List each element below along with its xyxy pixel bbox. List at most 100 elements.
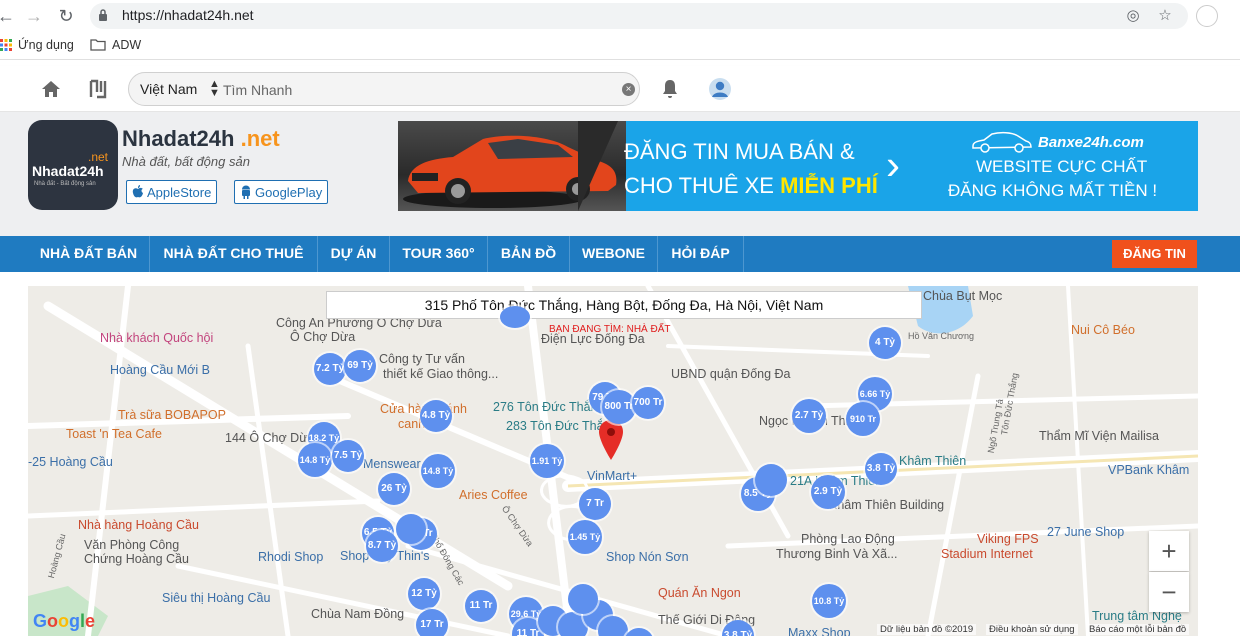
star-icon[interactable]: ☆ <box>1156 7 1174 25</box>
price-marker[interactable]: 11 Tr <box>465 590 497 622</box>
poi-mailisa[interactable]: Thẩm Mĩ Viện Mailisa <box>1039 429 1159 443</box>
poi-phong-lao-dong[interactable]: Phòng Lao Động <box>801 532 895 546</box>
price-marker[interactable]: 4.8 Tỷ <box>420 400 452 432</box>
user-avatar-icon[interactable] <box>708 77 732 101</box>
poi-276-tdt[interactable]: 276 Tôn Đức Thắng <box>493 400 604 414</box>
price-marker[interactable]: 1.45 Tỷ <box>568 520 602 554</box>
post-listing-button[interactable]: ĐĂNG TIN <box>1112 240 1197 268</box>
site-logo[interactable]: .net Nhadat24h Nhà đất - Bất động sản <box>28 120 118 210</box>
poi-nha-hang[interactable]: Nhà hàng Hoàng Cầu <box>78 518 199 532</box>
cluster-marker[interactable] <box>568 584 598 614</box>
poi-viking-fps[interactable]: Viking FPS <box>977 532 1039 546</box>
zoom-in-button[interactable]: + <box>1149 531 1189 571</box>
main-nav: NHÀ ĐẤT BÁN NHÀ ĐẤT CHO THUÊ DỰ ÁN TOUR … <box>0 236 1240 272</box>
bell-icon[interactable] <box>658 77 682 101</box>
nav-nha-dat-cho-thue[interactable]: NHÀ ĐẤT CHO THUÊ <box>150 236 318 272</box>
site-header: .net Nhadat24h Nhà đất - Bất động sản Nh… <box>0 112 1240 236</box>
poi-vinmart[interactable]: VinMart+ <box>587 469 637 483</box>
price-marker[interactable]: 800 Tr <box>602 390 636 424</box>
price-marker[interactable]: 700 Tr <box>632 387 664 419</box>
location-icon[interactable]: ◎ <box>1124 7 1142 25</box>
price-marker[interactable]: 910 Tr <box>846 402 880 436</box>
lock-icon <box>99 9 107 21</box>
currency-icon[interactable] <box>86 77 110 101</box>
poi-chua-nam-dong[interactable]: Chùa Nam Đồng <box>311 607 404 621</box>
nav-hoi-dap[interactable]: HỎI ĐÁP <box>658 236 744 272</box>
bookmark-adw[interactable]: ADW <box>90 38 141 52</box>
price-marker[interactable]: 7.2 Tỷ <box>314 353 346 385</box>
poi-144-ocd[interactable]: 144 Ô Chợ Dừa <box>225 431 315 445</box>
reload-icon[interactable]: ↻ <box>54 4 78 28</box>
poi-nha-khach[interactable]: Nhà khách Quốc hội <box>100 331 213 345</box>
country-select[interactable]: Việt Nam <box>140 81 197 97</box>
car-outline-icon <box>972 131 1032 153</box>
price-marker[interactable]: 12 Tỷ <box>408 578 440 610</box>
profile-avatar[interactable] <box>1196 5 1218 27</box>
poi-shop-non-son[interactable]: Shop Nón Sơn <box>606 550 689 564</box>
nav-webone[interactable]: WEBONE <box>570 236 658 272</box>
google-play-button[interactable]: GooglePlay <box>234 180 329 204</box>
price-marker[interactable]: 14.8 Tỷ <box>298 443 332 477</box>
poi-27-june[interactable]: 27 June Shop <box>1047 525 1124 539</box>
ad-banner[interactable]: ĐĂNG TIN MUA BÁN & CHO THUÊ XE MIỄN PHÍ … <box>398 121 1198 211</box>
poi-rhodi-shop[interactable]: Rhodi Shop <box>258 550 323 564</box>
cluster-marker[interactable] <box>396 514 426 544</box>
price-marker[interactable]: 17 Tr <box>416 609 448 636</box>
poi-25-hoang-cau[interactable]: -25 Hoàng Cầu <box>28 455 113 469</box>
nav-du-an[interactable]: DỰ ÁN <box>318 236 390 272</box>
map-terms-link[interactable]: Điều khoản sử dụng <box>986 624 1078 635</box>
nav-nha-dat-ban[interactable]: NHÀ ĐẤT BÁN <box>28 236 150 272</box>
bookmark-apps[interactable]: Ứng dụng <box>0 38 74 52</box>
zoom-out-button[interactable]: − <box>1149 572 1189 612</box>
price-marker[interactable]: 2.7 Tỷ <box>792 399 826 433</box>
poi-kham-thien-building[interactable]: Khâm Thiên Building <box>829 498 944 512</box>
url-text: https://nhadat24h.net <box>122 7 254 23</box>
brand-title[interactable]: Nhadat24h .net <box>122 126 280 152</box>
poi-maxx-shop[interactable]: Maxx Shop <box>788 626 851 636</box>
nav-tour-360[interactable]: TOUR 360° <box>390 236 488 272</box>
price-marker[interactable]: 69 Tỷ <box>344 350 376 382</box>
poi-toast-tea[interactable]: Toast 'n Tea Cafe <box>66 427 162 441</box>
map-view[interactable]: Công An Phường Ô Chợ Dừa Ô Chợ Dừa Nhà k… <box>28 286 1198 636</box>
poi-nui-co-beo[interactable]: Nui Cô Béo <box>1071 323 1135 337</box>
home-icon[interactable] <box>39 77 63 101</box>
poi-ubnd[interactable]: UBND quận Đống Đa <box>671 367 791 381</box>
apple-store-button[interactable]: AppleStore <box>126 180 218 204</box>
forward-icon[interactable]: → <box>22 4 46 28</box>
address-bar[interactable]: https://nhadat24h.net ◎ ☆ <box>90 3 1188 29</box>
apple-store-label: AppleStore <box>147 184 212 200</box>
price-marker[interactable]: 10.8 Tỷ <box>812 584 846 618</box>
poi-aries-coffee[interactable]: Aries Coffee <box>459 488 528 502</box>
poi-vpbank[interactable]: VPBank Khâm <box>1108 463 1189 477</box>
poi-hoang-cau-moi[interactable]: Hoàng Cầu Mới B <box>110 363 210 377</box>
select-arrows-icon[interactable]: ▲ ▼ <box>209 79 220 99</box>
poi-chua-but-moc[interactable]: Chùa Bụt Mọc <box>923 289 1002 303</box>
folder-icon <box>90 39 106 51</box>
back-icon[interactable]: ← <box>0 4 18 28</box>
map-report-link[interactable]: Báo cáo một lỗi bản đồ <box>1086 624 1190 635</box>
poi-cong-ty[interactable]: Công ty Tư vấn <box>379 352 465 366</box>
price-marker[interactable]: 26 Tỷ <box>378 473 410 505</box>
price-marker[interactable]: 8.7 Tỷ <box>366 530 398 562</box>
search-input[interactable] <box>223 79 603 101</box>
price-marker[interactable]: 2.9 Tỷ <box>811 475 845 509</box>
price-marker[interactable]: 4 Tỷ <box>869 327 901 359</box>
price-marker[interactable]: 7.5 Tỷ <box>332 440 364 472</box>
cluster-marker[interactable] <box>755 464 787 496</box>
poi-bobapop[interactable]: Trà sữa BOBAPOP <box>118 408 226 422</box>
nav-ban-do[interactable]: BẢN ĐỒ <box>488 236 570 272</box>
poi-quan-an-ngon[interactable]: Quán Ăn Ngon <box>658 586 741 600</box>
poi-menswear[interactable]: Menswear <box>363 457 421 471</box>
cluster-marker[interactable] <box>500 306 530 328</box>
location-pin-icon[interactable] <box>599 420 623 460</box>
price-marker[interactable]: 14.8 Tỷ <box>421 454 455 488</box>
address-display[interactable]: 315 Phố Tôn Đức Thắng, Hàng Bột, Đống Đa… <box>326 291 922 319</box>
bookmark-adw-label: ADW <box>112 38 142 52</box>
poi-kham-thien[interactable]: Khâm Thiên <box>899 454 966 468</box>
poi-sieu-thi[interactable]: Siêu thị Hoàng Cầu <box>162 591 270 605</box>
poi-van-phong[interactable]: Văn Phòng Công <box>84 538 179 552</box>
clear-icon[interactable]: × <box>622 83 635 96</box>
price-marker[interactable]: 3.8 Tỷ <box>865 453 897 485</box>
price-marker[interactable]: 7 Tr <box>579 488 611 520</box>
price-marker[interactable]: 1.91 Tỷ <box>530 444 564 478</box>
